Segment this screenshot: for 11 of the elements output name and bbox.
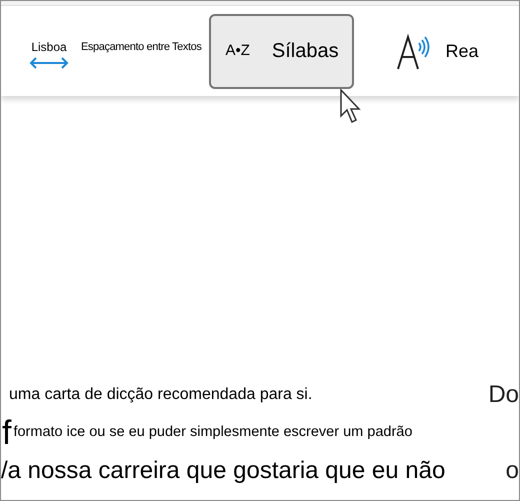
clipped-text: o (506, 456, 519, 486)
document-line: /a nossa carreira que gostaria que eu não (1, 456, 446, 486)
document-line: uma carta de dicção recomendada para si. (9, 385, 312, 405)
clipped-text: Do (488, 380, 519, 410)
read-aloud-label[interactable]: Rea (445, 38, 478, 64)
syllables-button[interactable]: A•Z Sílabas (209, 14, 354, 88)
spacing-option[interactable]: Espaçamento entre Textos (81, 38, 202, 56)
clipped-text: f (2, 416, 12, 450)
document-line: formato ice ou se eu puder simplesmente escrever um padrão (13, 423, 412, 442)
double-arrow-icon (29, 57, 69, 69)
spacing-label: Lisboa (31, 41, 67, 53)
